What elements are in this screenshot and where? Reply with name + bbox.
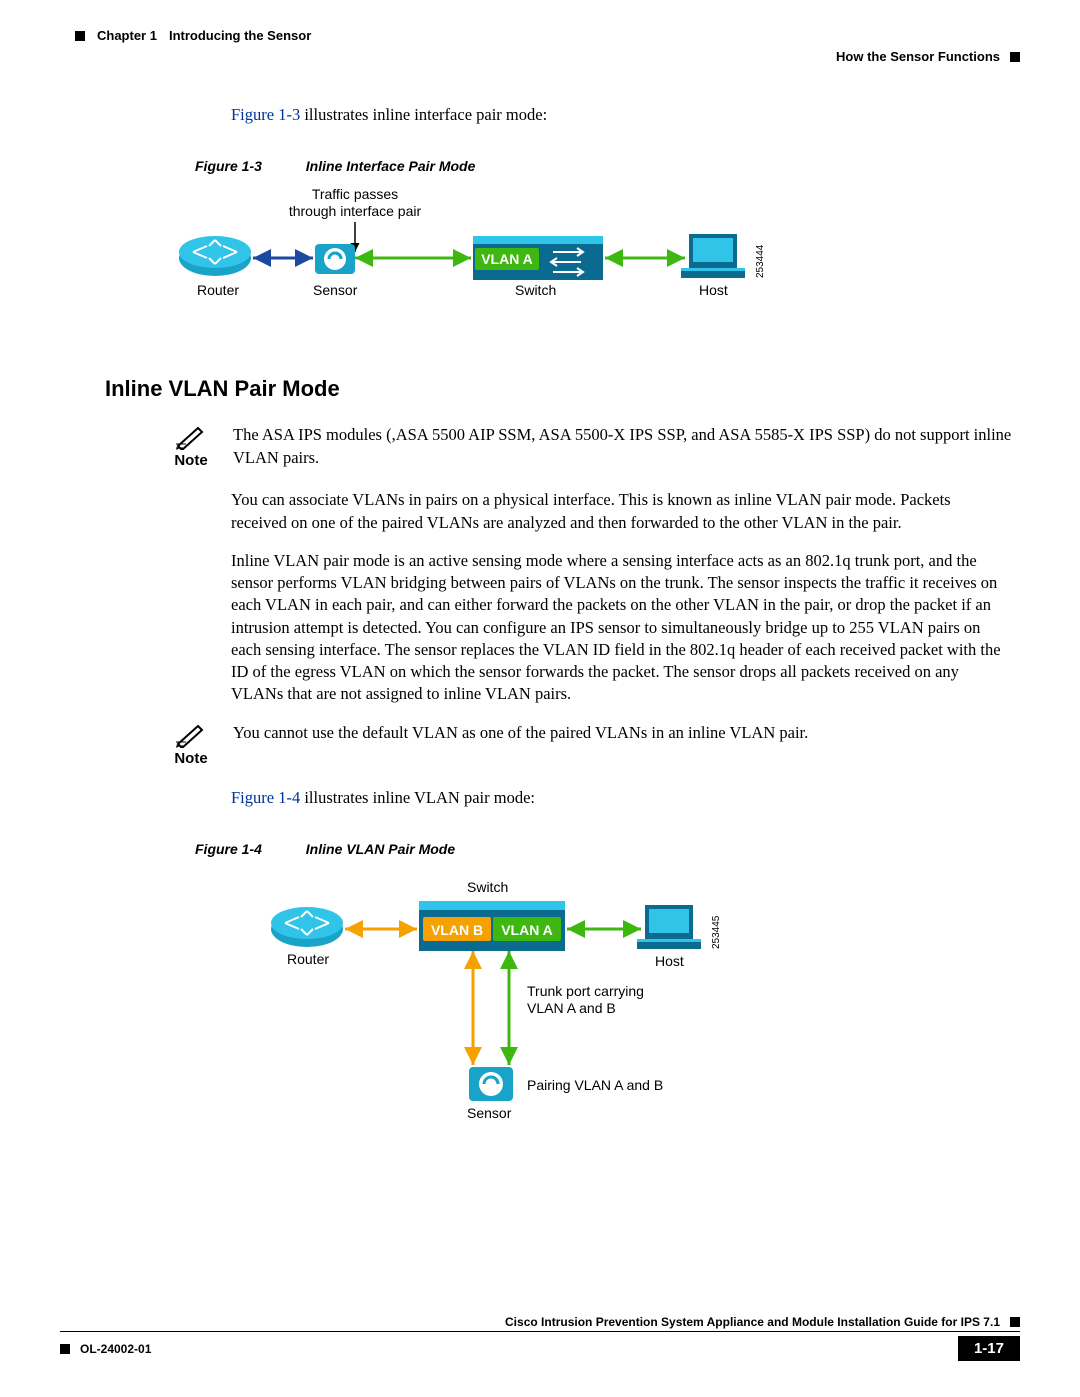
note-text: The ASA IPS modules (,ASA 5500 AIP SSM, … xyxy=(233,424,1020,469)
host-label: Host xyxy=(655,953,684,969)
figure-number: Figure 1-3 xyxy=(195,158,262,174)
header-square-icon xyxy=(75,31,85,41)
router-label: Router xyxy=(197,282,239,298)
sensor-label: Sensor xyxy=(313,282,357,298)
image-number: 253444 xyxy=(755,245,766,278)
note-text: You cannot use the default VLAN as one o… xyxy=(233,722,1020,744)
figure-1-3-diagram: Traffic passes through interface pair xyxy=(175,186,795,326)
host-label: Host xyxy=(699,282,728,298)
figure-title: Inline Interface Pair Mode xyxy=(306,158,476,174)
header-square-icon xyxy=(1010,52,1020,62)
note-block: Note You cannot use the default VLAN as … xyxy=(165,722,1020,767)
switch-label: Switch xyxy=(515,282,556,298)
trunk-label: Trunk port carryingVLAN A and B xyxy=(527,983,644,1018)
figure-number: Figure 1-4 xyxy=(195,841,262,857)
note-label: Note xyxy=(174,750,207,767)
document-id: OL-24002-01 xyxy=(80,1342,151,1356)
note-block: Note The ASA IPS modules (,ASA 5500 AIP … xyxy=(165,424,1020,469)
intro-text: illustrates inline interface pair mode: xyxy=(300,105,547,124)
switch-icon: VLAN B VLAN A xyxy=(419,901,565,951)
router-label: Router xyxy=(287,951,329,967)
section-title: How the Sensor Functions xyxy=(836,49,1000,64)
paragraph: Inline VLAN pair mode is an active sensi… xyxy=(231,550,1010,706)
page-header: Chapter 1 Introducing the Sensor How the… xyxy=(75,28,1020,64)
footer-square-icon xyxy=(1010,1317,1020,1327)
note-label: Note xyxy=(174,452,207,469)
sensor-label: Sensor xyxy=(467,1105,511,1121)
paragraph: You can associate VLANs in pairs on a ph… xyxy=(231,489,1010,534)
pairing-label: Pairing VLAN A and B xyxy=(527,1077,663,1093)
page-number: 1-17 xyxy=(958,1336,1020,1361)
figure-title: Inline VLAN Pair Mode xyxy=(306,841,455,857)
svg-text:VLAN B: VLAN B xyxy=(431,922,483,938)
note-pencil-icon xyxy=(174,722,208,748)
router-icon xyxy=(271,907,343,947)
switch-label: Switch xyxy=(467,879,508,895)
note-pencil-icon xyxy=(174,424,208,450)
section-heading: Inline VLAN Pair Mode xyxy=(105,376,1020,402)
svg-text:VLAN A: VLAN A xyxy=(481,251,533,267)
chapter-title: Introducing the Sensor xyxy=(169,28,311,43)
figure-reference-link[interactable]: Figure 1-3 xyxy=(231,105,300,124)
intro-text: illustrates inline VLAN pair mode: xyxy=(300,788,535,807)
page-footer: Cisco Intrusion Prevention System Applia… xyxy=(60,1315,1020,1361)
sensor-icon xyxy=(315,244,355,274)
footer-square-icon xyxy=(60,1344,70,1354)
host-icon xyxy=(681,234,745,278)
host-icon xyxy=(637,905,701,949)
figure-caption: Figure 1-3 Inline Interface Pair Mode xyxy=(195,158,1020,174)
intro-paragraph: Figure 1-4 illustrates inline VLAN pair … xyxy=(231,787,1010,809)
chapter-number: Chapter 1 xyxy=(97,28,157,43)
guide-title: Cisco Intrusion Prevention System Applia… xyxy=(505,1315,1000,1329)
svg-text:VLAN A: VLAN A xyxy=(501,922,553,938)
figure-reference-link[interactable]: Figure 1-4 xyxy=(231,788,300,807)
intro-paragraph: Figure 1-3 illustrates inline interface … xyxy=(231,104,1010,126)
switch-icon: VLAN A xyxy=(473,236,603,280)
figure-1-4-diagram: VLAN B VLAN A Switch xyxy=(265,869,805,1149)
sensor-icon xyxy=(469,1067,513,1101)
figure-caption: Figure 1-4 Inline VLAN Pair Mode xyxy=(195,841,1020,857)
router-icon xyxy=(179,236,251,276)
image-number: 253445 xyxy=(711,916,722,949)
